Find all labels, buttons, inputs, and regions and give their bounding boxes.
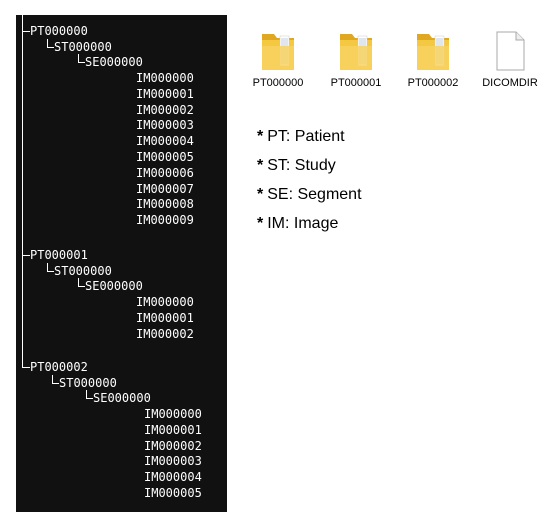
tree-image-label[interactable]: IM000006: [136, 166, 194, 181]
folder-icon: [336, 28, 376, 74]
folder-pt000001[interactable]: PT000001: [318, 28, 394, 89]
tree-branch-line: [47, 271, 54, 272]
legend-item-patient: * PT: Patient: [257, 122, 362, 151]
legend-text: ST: Study: [267, 157, 336, 174]
tree-image-label[interactable]: IM000005: [144, 486, 202, 501]
tree-branch-line: [78, 62, 85, 63]
folder-pt000002[interactable]: PT000002: [395, 28, 471, 89]
legend-item-image: * IM: Image: [257, 209, 362, 238]
tree-image-label[interactable]: IM000001: [144, 423, 202, 438]
tree-image-label[interactable]: IM000000: [136, 295, 194, 310]
legend-bullet: *: [257, 186, 264, 203]
tree-branch-line: [52, 383, 59, 384]
tree-image-label[interactable]: IM000003: [144, 454, 202, 469]
legend-item-segment: * SE: Segment: [257, 180, 362, 209]
tree-image-label[interactable]: IM000008: [136, 197, 194, 212]
tree-patient-label[interactable]: PT000001: [30, 248, 88, 263]
abbreviation-legend: * PT: Patient * ST: Study * SE: Segment * IM…: [257, 122, 362, 238]
tree-branch-line: [22, 255, 30, 256]
dicom-tree-panel: PT000000 ST000000 SE000000 IM000000 IM000…: [16, 15, 227, 512]
tree-trunk-line: [22, 15, 23, 368]
legend-text: SE: Segment: [267, 186, 362, 203]
folder-icon: [258, 28, 298, 74]
legend-text: PT: Patient: [267, 128, 345, 145]
tree-branch-line: [78, 286, 85, 287]
tree-branch-line: [47, 47, 54, 48]
file-name-label: PT000002: [407, 77, 459, 89]
tree-image-label[interactable]: IM000003: [136, 118, 194, 133]
tree-image-label[interactable]: IM000004: [136, 134, 194, 149]
file-icon: [490, 28, 530, 74]
tree-image-label[interactable]: IM000001: [136, 87, 194, 102]
file-dicomdir[interactable]: DICOMDIR: [472, 28, 548, 89]
tree-image-label[interactable]: IM000009: [136, 213, 194, 228]
file-name-label: DICOMDIR: [482, 77, 538, 89]
legend-bullet: *: [257, 157, 264, 174]
legend-bullet: *: [257, 215, 264, 232]
tree-image-label[interactable]: IM000002: [144, 439, 202, 454]
tree-segment-label[interactable]: SE000000: [85, 279, 143, 294]
tree-image-label[interactable]: IM000007: [136, 182, 194, 197]
tree-study-label[interactable]: ST000000: [54, 264, 112, 279]
file-name-label: PT000000: [252, 77, 304, 89]
tree-branch-line: [86, 398, 93, 399]
tree-image-label[interactable]: IM000004: [144, 470, 202, 485]
tree-study-label[interactable]: ST000000: [59, 376, 117, 391]
tree-branch-line: [22, 367, 30, 368]
tree-patient-label[interactable]: PT000002: [30, 360, 88, 375]
legend-text: IM: Image: [267, 215, 339, 232]
tree-image-label[interactable]: IM000000: [144, 407, 202, 422]
legend-bullet: *: [257, 128, 264, 145]
file-name-label: PT000001: [330, 77, 382, 89]
folder-icon: [413, 28, 453, 74]
tree-branch-line: [22, 31, 30, 32]
tree-image-label[interactable]: IM000002: [136, 327, 194, 342]
tree-segment-label[interactable]: SE000000: [85, 55, 143, 70]
tree-patient-label[interactable]: PT000000: [30, 24, 88, 39]
legend-item-study: * ST: Study: [257, 151, 362, 180]
folder-pt000000[interactable]: PT000000: [240, 28, 316, 89]
tree-image-label[interactable]: IM000001: [136, 311, 194, 326]
tree-image-label[interactable]: IM000002: [136, 103, 194, 118]
tree-image-label[interactable]: IM000000: [136, 71, 194, 86]
tree-image-label[interactable]: IM000005: [136, 150, 194, 165]
tree-segment-label[interactable]: SE000000: [93, 391, 151, 406]
tree-study-label[interactable]: ST000000: [54, 40, 112, 55]
